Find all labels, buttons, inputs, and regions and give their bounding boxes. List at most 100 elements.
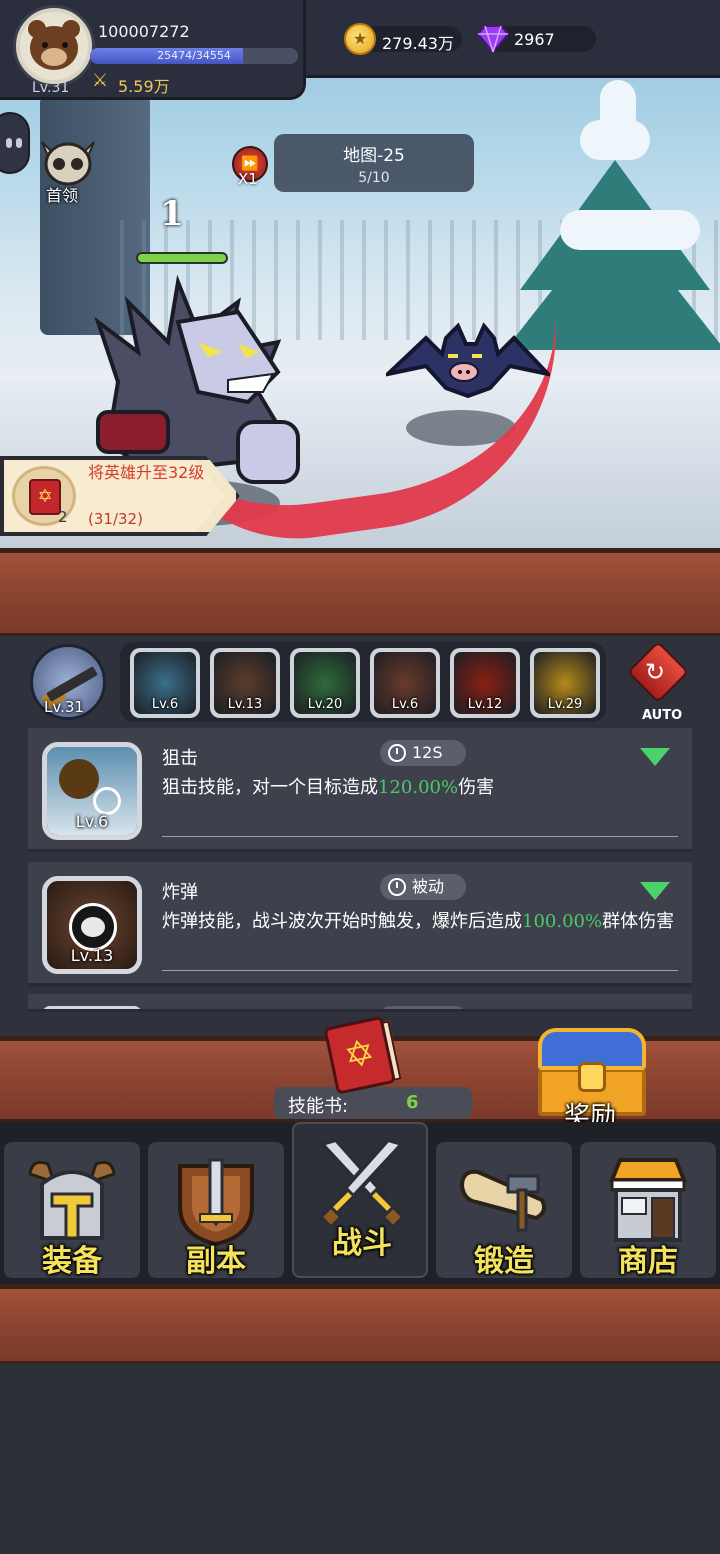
skill-slot-level: Lv.6 [151, 697, 179, 712]
enemy-hp-fill [138, 254, 226, 262]
cooldown-value: 12S [412, 743, 443, 762]
clock-icon [388, 878, 406, 896]
skill-card-bomb[interactable]: Lv.13 炸弹 被动 炸弹技能，战斗波次开始时触发，爆炸后造成100.00%群… [28, 862, 692, 986]
desc-text: 炸弹技能，战斗波次开始时触发，爆炸后造成 [162, 911, 522, 932]
quest-reward-count: 2 [58, 508, 68, 526]
sniper-target [59, 759, 99, 799]
expand-arrow-partial [640, 1010, 670, 1012]
skill-icon-level: Lv.13 [70, 946, 114, 965]
bear-eye [42, 42, 48, 48]
nav-tab-shop[interactable]: 商店 [580, 1142, 716, 1279]
player-level: Lv.31 [32, 80, 70, 96]
speed-label: X1 [238, 170, 258, 188]
quest-progress-value: (31/32) [88, 510, 143, 528]
map-title: 地图-25 [343, 146, 405, 166]
skill-book-count: 6 [406, 1092, 419, 1113]
nav-label: 装备 [42, 1244, 102, 1279]
crosshair-icon [93, 787, 121, 815]
nav-tab-battle[interactable]: 战斗 [292, 1122, 428, 1278]
shop-icon [609, 1158, 687, 1242]
cooldown-value: 被动 [412, 877, 445, 896]
enemy-hp-bar [136, 252, 228, 264]
gold-coin-icon: ★ [344, 23, 376, 55]
skill-slot[interactable]: Lv.12 [450, 648, 520, 718]
wood-divider [0, 548, 720, 638]
skill-description: 狙击技能，对一个目标造成120.00%伤害 [162, 776, 682, 800]
quest-progress: (31/32) [88, 510, 143, 528]
skill-slot[interactable]: Lv.13 [210, 648, 280, 718]
desc-value: 120.00% [378, 777, 459, 798]
skill-slot-level: Lv.13 [227, 697, 263, 712]
quest-text: 将英雄升至32级 [88, 463, 205, 482]
nav-label: 商店 [618, 1244, 678, 1279]
boss-label: 首领 [46, 186, 79, 205]
nav-label: 锻造 [474, 1244, 534, 1279]
skill-slot[interactable]: Lv.29 [530, 648, 600, 718]
eye-dot [6, 138, 12, 148]
bear-eye [62, 42, 68, 48]
skill-cooldown: 12S [380, 740, 466, 766]
nav-tab-dungeon[interactable]: 副本 [148, 1142, 284, 1279]
beast-icon: Lv.6 [374, 652, 436, 714]
skill-name: 狙击 [162, 748, 198, 769]
skill-book-icon[interactable]: ✡ [319, 1011, 413, 1102]
fireball-icon: Lv.12 [454, 652, 516, 714]
combat-power: 5.59万 [118, 77, 170, 96]
side-menu-button[interactable] [0, 112, 30, 174]
weapon-level: Lv.31 [44, 698, 84, 716]
skill-slot[interactable]: Lv.20 [290, 648, 360, 718]
wave-progress: 5/10 [358, 170, 390, 186]
desc-text: 群体伤害 [602, 911, 675, 932]
snow-cap [560, 210, 700, 250]
nav-tab-equipment[interactable]: 装备 [4, 1142, 140, 1279]
bomb-icon: Lv.13 [42, 876, 142, 974]
skill-slot-level: Lv.6 [391, 697, 419, 712]
skill-name: 炸弹 [162, 882, 198, 903]
skull-mark [81, 917, 105, 937]
sword-shield-icon [178, 1158, 254, 1247]
sniper-icon: Lv.6 [42, 742, 142, 840]
skill-slot[interactable]: Lv.6 [130, 648, 200, 718]
map-panel: 地图-25 5/10 [274, 134, 474, 192]
bear-snout [41, 48, 67, 66]
skill-icon-level: Lv.6 [75, 812, 109, 831]
chest-lock [578, 1062, 606, 1092]
expand-arrow-icon[interactable] [640, 882, 670, 900]
nav-label: 副本 [186, 1244, 246, 1279]
skill-description: 炸弹技能，战斗波次开始时触发，爆炸后造成100.00%群体伤害 [162, 910, 682, 934]
hammer-scroll-icon [459, 1169, 546, 1232]
skill-slot-level: Lv.20 [307, 697, 343, 712]
skill-cooldown: 被动 [380, 874, 466, 900]
sniper-icon: Lv.6 [134, 652, 196, 714]
desc-text: 狙击技能，对一个目标造成 [162, 777, 378, 798]
skill-book-icon: ✡ [29, 479, 61, 515]
skill-card-partial[interactable] [28, 994, 692, 1012]
player-id: 100007272 [98, 22, 190, 41]
skill-slot-level: Lv.12 [467, 697, 503, 712]
auto-button[interactable]: ↻ [626, 640, 690, 706]
eye-dot [16, 138, 22, 148]
boss-skull-icon[interactable] [38, 138, 98, 188]
skill-card-sniper[interactable]: Lv.6 狙击 12S 狙击技能，对一个目标造成120.00%伤害 [28, 728, 692, 852]
exp-text: 25474/34554 [157, 49, 231, 62]
auto-label: AUTO [642, 708, 683, 723]
divider [162, 836, 678, 837]
poison-icon: Lv.20 [294, 652, 356, 714]
nav-tab-forge[interactable]: 锻造 [436, 1142, 572, 1279]
skill-slot-level: Lv.29 [547, 697, 583, 712]
skill-icon-partial [42, 1006, 142, 1009]
skill-slot[interactable]: Lv.6 [370, 648, 440, 718]
gem-icon [476, 25, 510, 54]
empty-area [0, 1364, 720, 1554]
top-bar: Lv.31 100007272 25474/34554 ⚔ 5.59万 ★ 27… [0, 0, 720, 104]
lightning-icon: Lv.29 [534, 652, 596, 714]
game-screen: { "player": { "id": "100007272", "level"… [0, 0, 720, 1554]
expand-arrow-icon[interactable] [640, 748, 670, 766]
bomb-icon: Lv.13 [214, 652, 276, 714]
avatar[interactable] [16, 8, 92, 84]
refresh-icon: ↻ [645, 658, 666, 686]
damage-number: 1 [160, 194, 184, 234]
rifle-icon [46, 666, 98, 702]
nav-label: 战斗 [332, 1226, 392, 1261]
wood-divider [0, 1284, 720, 1366]
